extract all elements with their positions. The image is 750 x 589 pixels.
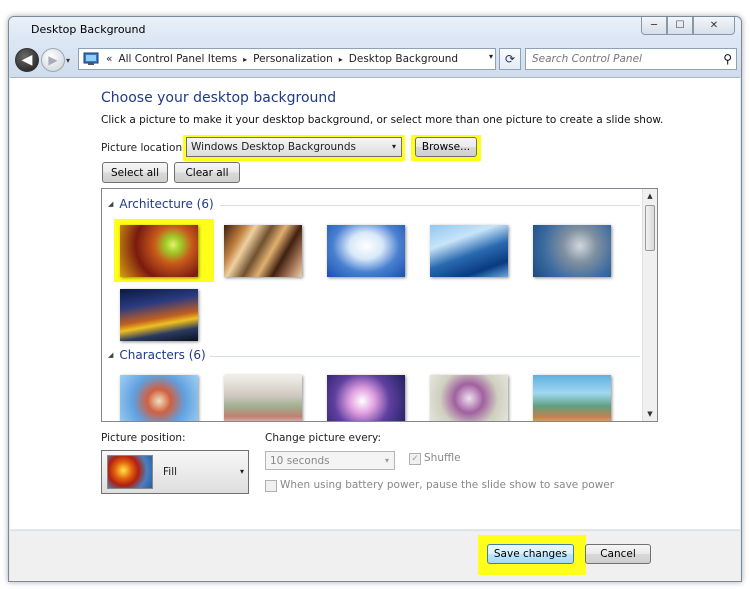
wallpaper-thumbnail[interactable] [533,375,611,421]
wallpaper-thumbnail[interactable] [120,225,198,277]
caption-buttons: ─ ☐ ✕ [641,17,735,35]
wallpaper-thumbnail[interactable] [430,225,508,277]
refresh-button[interactable]: ⟳ [499,48,521,70]
wallpaper-thumbnail[interactable] [224,225,302,277]
title-bar: Desktop Background ─ ☐ ✕ [9,17,741,43]
forward-button[interactable]: ▶ [41,48,65,72]
wallpaper-thumbnail[interactable] [120,289,198,341]
collapse-icon[interactable]: ◢ [108,351,113,359]
address-bar[interactable]: « All Control Panel Items ▸ Personalizat… [78,48,496,70]
cancel-button[interactable]: Cancel [585,544,651,564]
gallery-scrollbar[interactable]: ▲ ▼ [642,189,657,421]
address-overflow-icon[interactable]: « [106,53,112,65]
picture-location-value: Windows Desktop Backgrounds [191,141,356,153]
page-title: Choose your desktop background [101,90,337,106]
breadcrumb-chevron-icon[interactable]: ▸ [243,55,247,64]
wallpaper-thumbnail[interactable] [327,375,405,421]
shuffle-checkbox[interactable]: ✓ [409,453,421,465]
desktop-background-window: Desktop Background ─ ☐ ✕ ◀ ▶ ▾ « All Con… [8,16,742,582]
back-button[interactable]: ◀ [15,48,39,72]
picture-position-select[interactable]: Fill ▾ [101,450,249,494]
search-input[interactable]: Search Control Panel ⚲ [525,48,737,70]
chevron-down-icon: ▾ [239,467,244,476]
group-header-characters[interactable]: ◢ Characters (6) [108,348,206,362]
minimize-button[interactable]: ─ [641,17,667,35]
wallpaper-thumbnail[interactable] [120,375,198,421]
navigation-bar: ◀ ▶ ▾ « All Control Panel Items ▸ Person… [9,43,741,77]
dialog-footer: Save changes Cancel [10,530,740,581]
scroll-down-icon[interactable]: ▼ [643,407,657,421]
change-interval-value: 10 seconds [270,455,330,467]
picture-location-label: Picture location: [101,142,186,154]
wallpaper-thumbnail[interactable] [533,225,611,277]
page-description: Click a picture to make it your desktop … [101,114,664,126]
recent-pages-dropdown-icon[interactable]: ▾ [66,56,70,65]
wallpaper-thumbnail[interactable] [224,375,302,421]
control-panel-icon [82,51,100,67]
battery-pause-label: When using battery power, pause the slid… [280,479,615,491]
breadcrumb-personalization[interactable]: Personalization [253,53,333,65]
group-divider [220,205,640,206]
breadcrumb-all-control-panel-items[interactable]: All Control Panel Items [118,53,237,65]
browse-button[interactable]: Browse... [415,137,477,157]
window-title: Desktop Background [31,23,146,36]
main-content: Choose your desktop background Click a p… [10,77,740,529]
change-picture-label: Change picture every: [265,432,381,444]
select-all-button[interactable]: Select all [102,162,168,183]
address-dropdown-icon[interactable]: ▾ [489,52,493,61]
maximize-button[interactable]: ☐ [667,17,693,35]
picture-gallery[interactable]: ◢ Architecture (6) ◢ Characters (6) ▲ ▼ [101,188,658,422]
picture-position-label: Picture position: [101,432,186,444]
picture-location-select[interactable]: Windows Desktop Backgrounds ▾ [186,137,402,157]
chevron-down-icon: ▾ [391,142,396,151]
shuffle-label: Shuffle [424,452,461,464]
change-interval-select[interactable]: 10 seconds ▾ [265,451,395,470]
clear-all-button[interactable]: Clear all [174,162,240,183]
close-button[interactable]: ✕ [693,17,735,35]
picture-position-value: Fill [163,466,178,478]
chevron-down-icon: ▾ [384,456,389,465]
breadcrumb-desktop-background[interactable]: Desktop Background [349,53,458,65]
scrollbar-thumb[interactable] [645,205,655,251]
group-divider [210,356,640,357]
group-header-architecture[interactable]: ◢ Architecture (6) [108,197,214,211]
search-icon[interactable]: ⚲ [723,52,732,66]
scroll-up-icon[interactable]: ▲ [643,189,657,203]
wallpaper-thumbnail[interactable] [327,225,405,277]
save-changes-button[interactable]: Save changes [487,544,574,564]
breadcrumb-chevron-icon[interactable]: ▸ [339,55,343,64]
wallpaper-thumbnail[interactable] [430,375,508,421]
collapse-icon[interactable]: ◢ [108,200,113,208]
group-title: Architecture (6) [119,197,214,211]
search-placeholder: Search Control Panel [532,53,642,65]
battery-pause-checkbox[interactable] [265,480,277,492]
position-preview-image [107,455,153,489]
group-title: Characters (6) [119,348,206,362]
